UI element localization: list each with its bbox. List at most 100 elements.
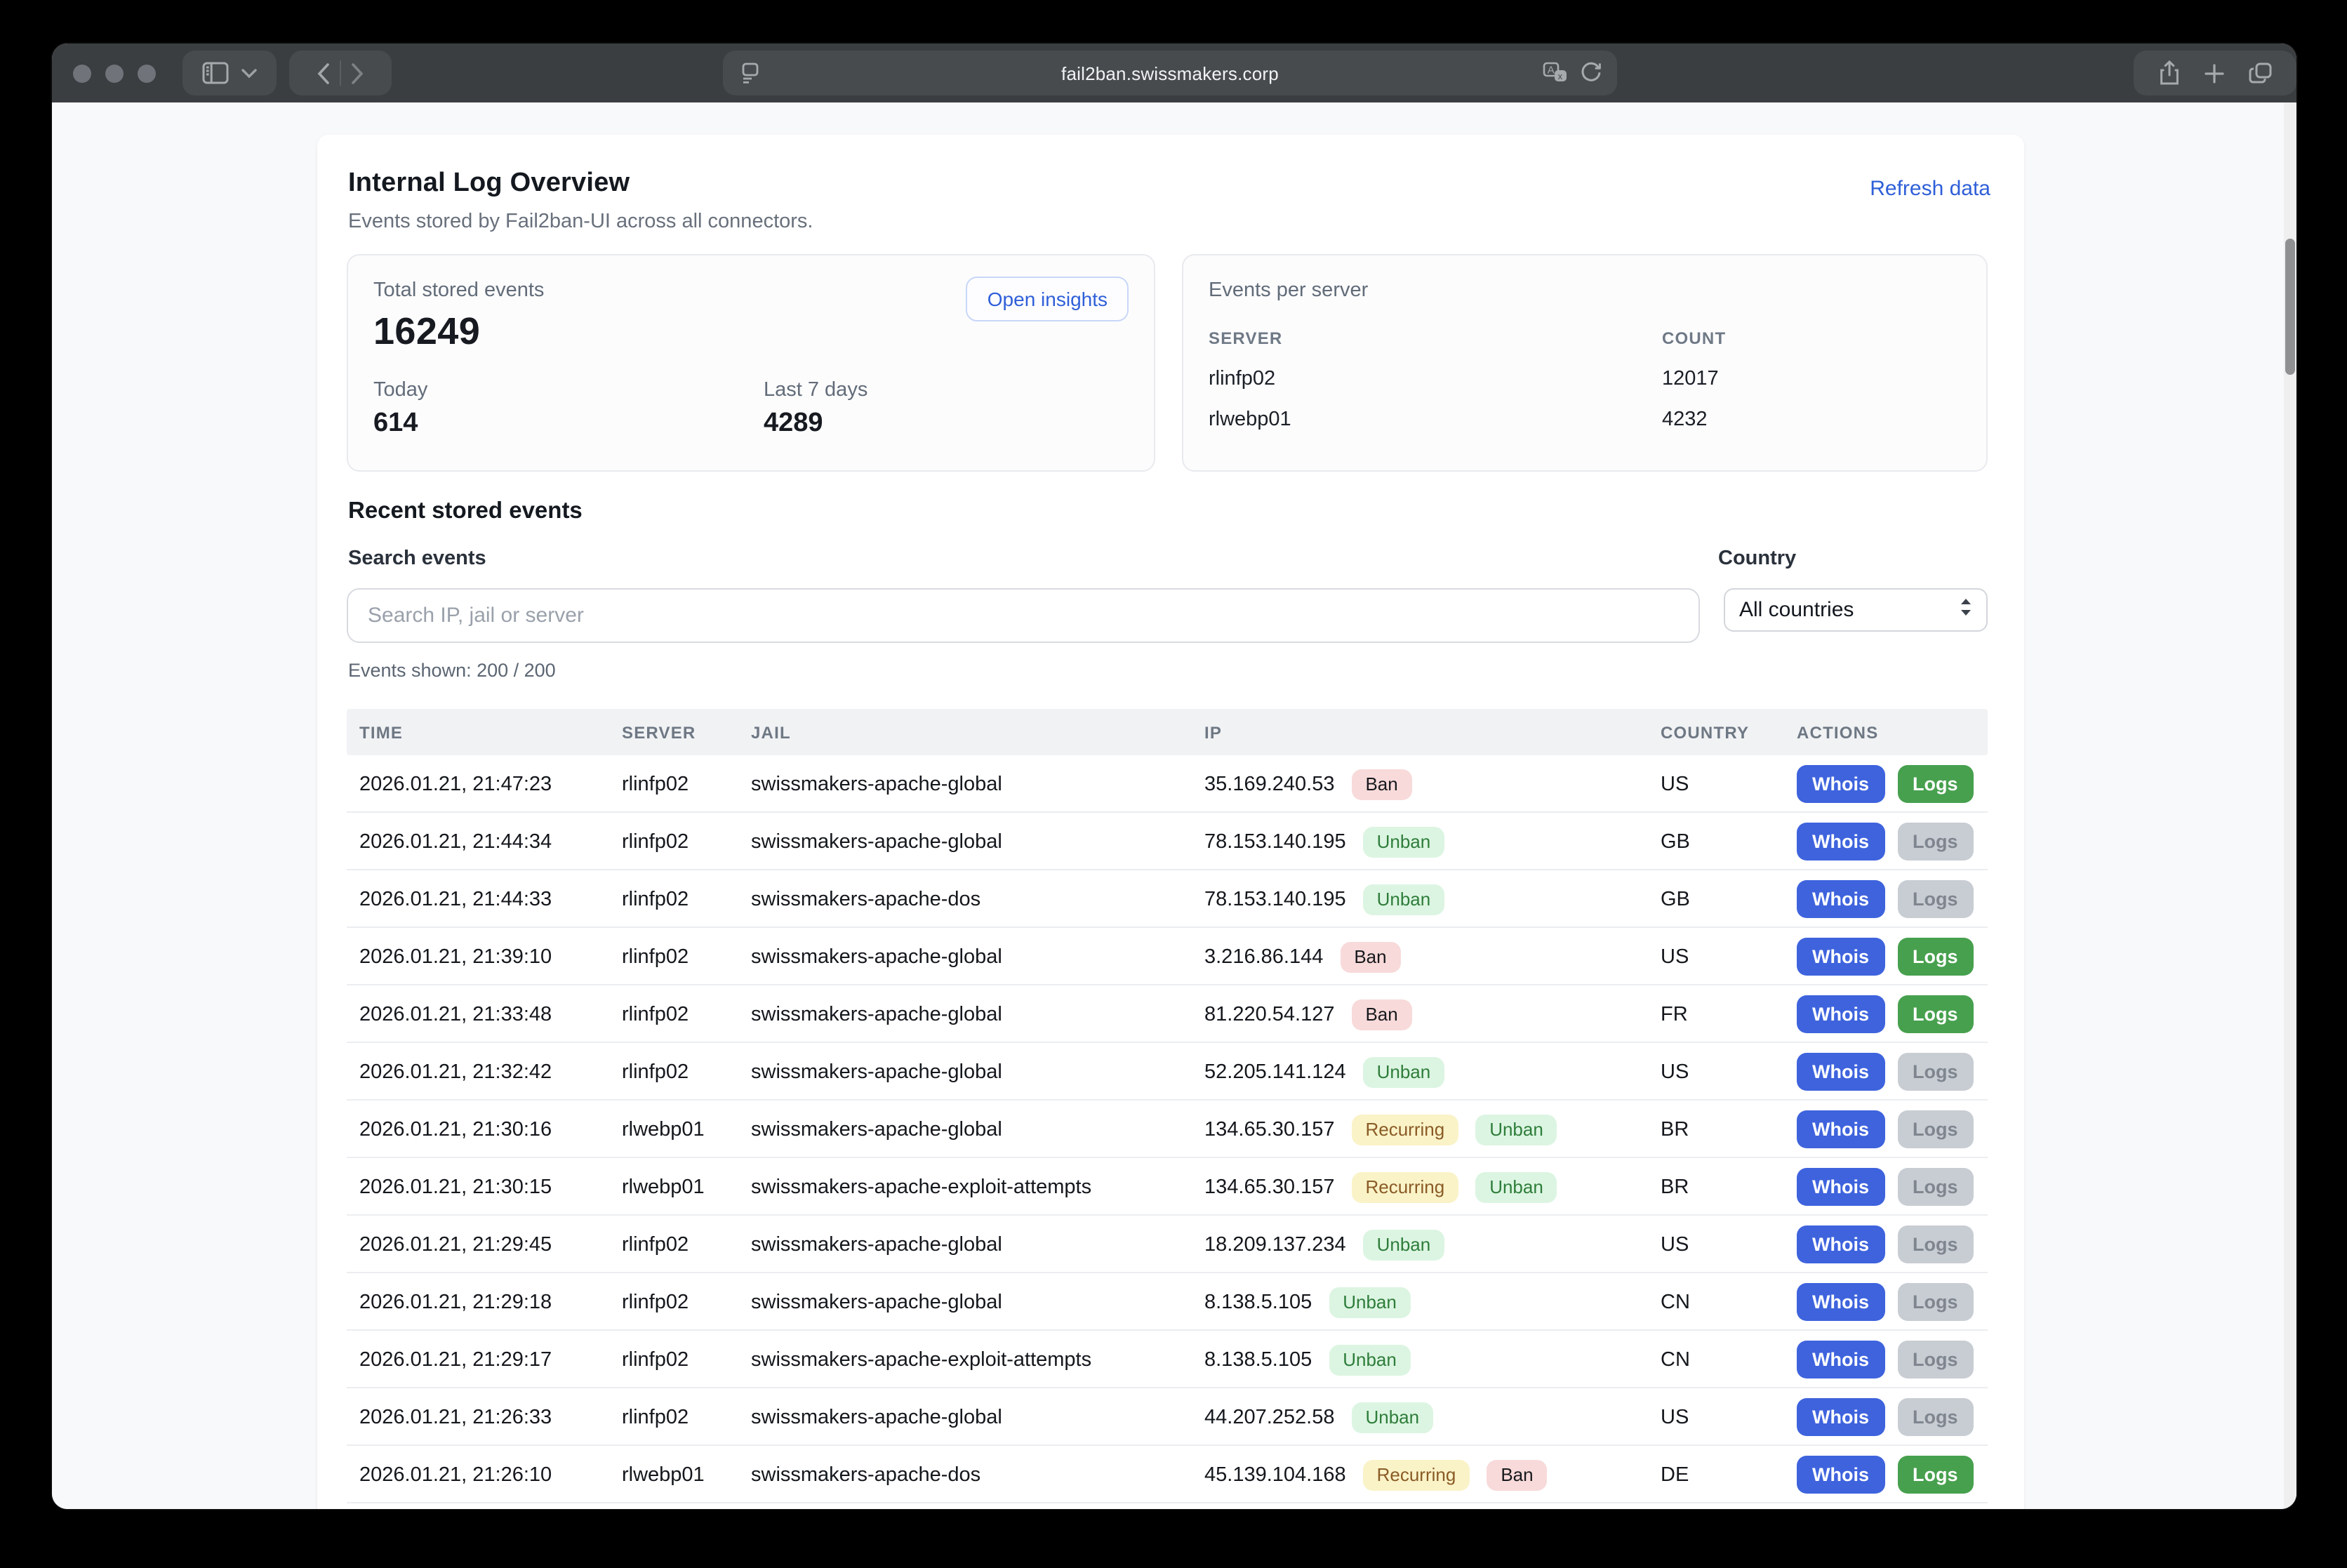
page-menu-icon[interactable] [741, 62, 759, 84]
event-time: 2026.01.21, 21:33:48 [359, 985, 552, 1043]
event-time: 2026.01.21, 21:44:34 [359, 813, 552, 870]
logs-button[interactable]: Logs [1897, 765, 1974, 803]
logs-button[interactable]: Logs [1897, 995, 1974, 1033]
logs-button[interactable]: Logs [1897, 1110, 1974, 1148]
event-actions: Whois Logs [1797, 1043, 1974, 1101]
whois-button[interactable]: Whois [1797, 1283, 1884, 1321]
event-country: US [1661, 1388, 1689, 1446]
event-country: BR [1661, 1101, 1689, 1158]
logs-button[interactable]: Logs [1897, 1398, 1974, 1436]
share-icon[interactable] [2158, 60, 2179, 86]
table-row: 2026.01.21, 21:29:45 rlinfp02 swissmaker… [347, 1216, 1988, 1273]
event-ip-cell: 134.65.30.157 RecurringUnban [1204, 1158, 1557, 1216]
event-server: rlinfp02 [622, 1216, 689, 1273]
forward-icon[interactable] [351, 62, 364, 84]
new-tab-icon[interactable] [2203, 62, 2224, 84]
logs-button[interactable]: Logs [1897, 1283, 1974, 1321]
event-time: 2026.01.21, 21:30:15 [359, 1158, 552, 1216]
event-server: rlwebp01 [622, 1158, 705, 1216]
table-row: 2026.01.21, 21:26:10 rlwebp01 swissmaker… [347, 1446, 1988, 1503]
status-badge: Unban [1475, 1171, 1557, 1202]
open-insights-button[interactable]: Open insights [966, 277, 1129, 321]
event-jail: swissmakers-apache-exploit-attempts [751, 1331, 1091, 1388]
whois-button[interactable]: Whois [1797, 1110, 1884, 1148]
table-row: 2026.01.21, 21:29:17 rlinfp02 swissmaker… [347, 1331, 1988, 1388]
per-server-title: Events per server [1209, 279, 1368, 302]
logs-button[interactable]: Logs [1897, 938, 1974, 976]
event-jail: swissmakers-apache-global [751, 755, 1002, 813]
last7-label: Last 7 days [764, 379, 867, 401]
nav-buttons [289, 51, 392, 95]
column-header-country: COUNTRY [1661, 723, 1749, 743]
logs-button[interactable]: Logs [1897, 1225, 1974, 1263]
column-header-time: TIME [359, 723, 403, 743]
logs-button[interactable]: Logs [1897, 1168, 1974, 1206]
refresh-data-link[interactable]: Refresh data [1870, 177, 1990, 201]
minimize-window-button[interactable] [105, 64, 124, 82]
country-select-value: All countries [1739, 598, 1960, 622]
logs-button[interactable]: Logs [1897, 880, 1974, 918]
event-time: 2026.01.21, 21:26:33 [359, 1388, 552, 1446]
server-count: 4232 [1662, 408, 1708, 431]
whois-button[interactable]: Whois [1797, 1168, 1884, 1206]
column-header-actions: ACTIONS [1797, 723, 1878, 743]
event-ip: 134.65.30.157 [1204, 1118, 1334, 1141]
event-jail: swissmakers-apache-global [751, 985, 1002, 1043]
event-actions: Whois Logs [1797, 1216, 1974, 1273]
back-icon[interactable] [317, 62, 330, 84]
status-badge: Unban [1363, 826, 1445, 857]
whois-button[interactable]: Whois [1797, 1341, 1884, 1378]
translate-icon[interactable]: A x [1543, 62, 1568, 83]
scrollbar-thumb[interactable] [2285, 239, 2295, 375]
sidebar-icon[interactable] [202, 62, 229, 84]
table-row: 2026.01.21, 21:44:34 rlinfp02 swissmaker… [347, 813, 1988, 870]
event-server: rlwebp01 [622, 1101, 705, 1158]
event-jail: swissmakers-apache-global [751, 928, 1002, 985]
table-row: 2026.01.21, 21:30:15 rlwebp01 swissmaker… [347, 1158, 1988, 1216]
logs-button[interactable]: Logs [1897, 1053, 1974, 1091]
event-time: 2026.01.21, 21:29:18 [359, 1273, 552, 1331]
table-row: 2026.01.21, 21:32:42 rlinfp02 swissmaker… [347, 1043, 1988, 1101]
event-country: US [1661, 928, 1689, 985]
whois-button[interactable]: Whois [1797, 765, 1884, 803]
address-bar[interactable]: fail2ban.swissmakers.corp A x [723, 51, 1617, 95]
status-badge: Ban [1340, 941, 1400, 972]
event-actions: Whois Logs [1797, 1446, 1974, 1503]
count-column-header: COUNT [1662, 328, 1726, 348]
whois-button[interactable]: Whois [1797, 938, 1884, 976]
recent-events-heading: Recent stored events [348, 498, 583, 525]
whois-button[interactable]: Whois [1797, 1456, 1884, 1494]
event-ip: 8.138.5.105 [1204, 1291, 1312, 1313]
event-country: US [1661, 755, 1689, 813]
select-chevrons-icon [1960, 598, 1972, 622]
chevron-down-icon[interactable] [241, 68, 257, 78]
event-actions: Whois Logs [1797, 1101, 1974, 1158]
event-server: rlinfp02 [622, 1388, 689, 1446]
whois-button[interactable]: Whois [1797, 823, 1884, 861]
whois-button[interactable]: Whois [1797, 1225, 1884, 1263]
table-row: 2026.01.21, 21:29:18 rlinfp02 swissmaker… [347, 1273, 1988, 1331]
whois-button[interactable]: Whois [1797, 1053, 1884, 1091]
logs-button[interactable]: Logs [1897, 1341, 1974, 1378]
event-jail: swissmakers-apache-exploit-attempts [751, 1158, 1091, 1216]
search-input[interactable] [347, 588, 1700, 643]
logs-button[interactable]: Logs [1897, 1456, 1974, 1494]
reload-icon[interactable] [1581, 62, 1602, 83]
content-card: Internal Log Overview Events stored by F… [317, 135, 2024, 1509]
country-select[interactable]: All countries [1724, 588, 1988, 632]
server-column-header: SERVER [1209, 328, 1282, 348]
event-ip: 35.169.240.53 [1204, 773, 1334, 795]
tabs-icon[interactable] [2248, 62, 2272, 84]
logs-button[interactable]: Logs [1897, 823, 1974, 861]
zoom-window-button[interactable] [138, 64, 156, 82]
whois-button[interactable]: Whois [1797, 880, 1884, 918]
whois-button[interactable]: Whois [1797, 1398, 1884, 1436]
scrollbar-track[interactable] [2284, 102, 2296, 1509]
event-jail: swissmakers-apache-global [751, 1388, 1002, 1446]
whois-button[interactable]: Whois [1797, 995, 1884, 1033]
close-window-button[interactable] [73, 64, 91, 82]
event-actions: Whois Logs [1797, 1331, 1974, 1388]
table-row: 2026.01.21, 21:39:10 rlinfp02 swissmaker… [347, 928, 1988, 985]
column-header-jail: JAIL [751, 723, 791, 743]
event-ip-cell: 3.216.86.144 Ban [1204, 928, 1401, 985]
